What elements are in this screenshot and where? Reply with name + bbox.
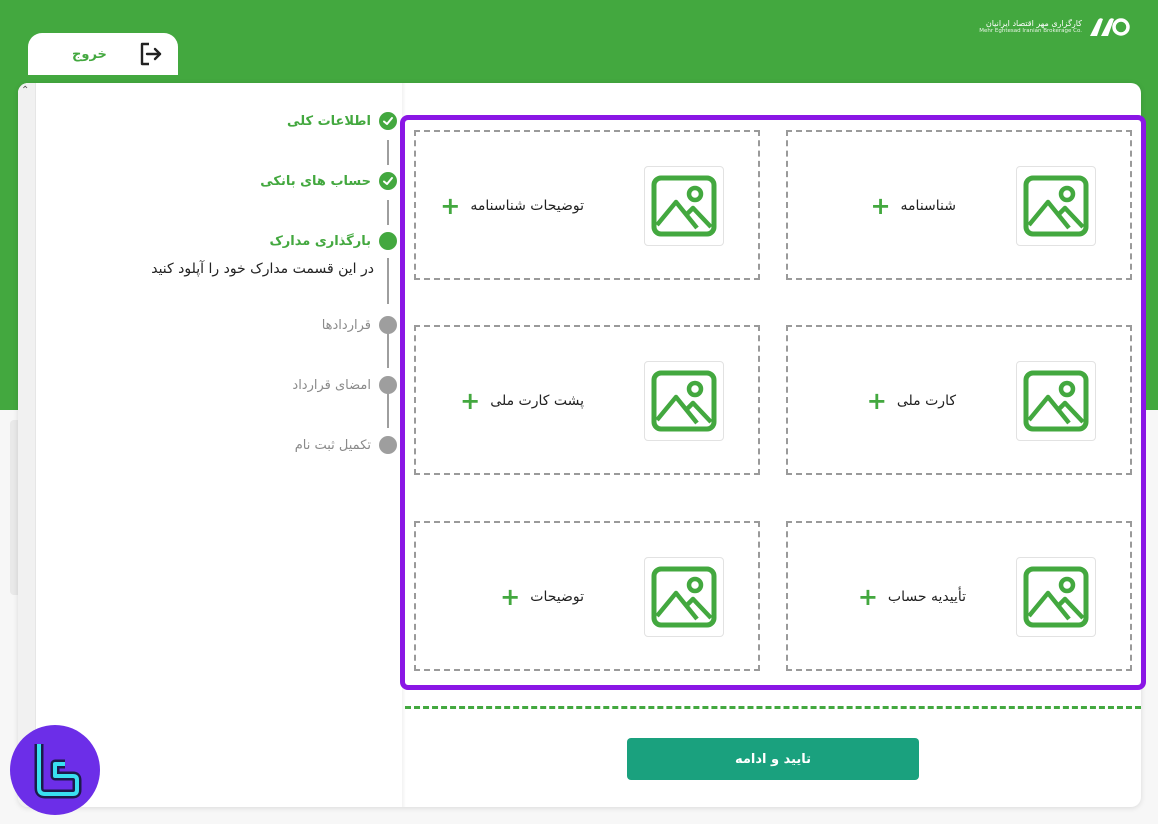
step-upload-documents[interactable]: بارگذاری مدارک <box>269 230 397 252</box>
brand-name-en: Mehr Eghtesad Iranian Brokerage Co. <box>979 28 1082 35</box>
step-contracts[interactable]: قراردادها <box>322 314 397 336</box>
logout-label: خروج <box>72 46 107 62</box>
pending-step-icon <box>379 436 397 454</box>
step-connector <box>387 393 389 428</box>
plus-icon[interactable]: + <box>867 389 887 413</box>
upload-slot-national-card-back[interactable]: + پشت کارت ملی <box>414 325 760 475</box>
upload-slot-title: پشت کارت ملی <box>490 393 584 409</box>
upload-slot-national-card[interactable]: + کارت ملی <box>786 325 1132 475</box>
logout-icon <box>140 42 162 66</box>
brand-mark-icon <box>1090 18 1130 36</box>
logout-button[interactable]: خروج <box>28 33 178 75</box>
step-bank-accounts[interactable]: حساب های بانکی <box>260 170 397 192</box>
plus-icon[interactable]: + <box>870 194 890 218</box>
upload-slot-label: + شناسنامه <box>870 194 956 218</box>
upload-slot-title: تأییدیه حساب <box>887 589 966 605</box>
step-label: امضای قرارداد <box>292 377 371 393</box>
upload-slot-notes[interactable]: + توضیحات <box>414 521 760 671</box>
image-icon[interactable] <box>644 361 724 441</box>
image-icon[interactable] <box>644 166 724 246</box>
step-label: بارگذاری مدارک <box>269 233 371 249</box>
brand-name: کارگزاری مهر اقتصاد ایرانیان Mehr Eghtes… <box>979 18 1082 35</box>
scrollbar[interactable]: ⌃ <box>18 83 36 807</box>
brand-logo: کارگزاری مهر اقتصاد ایرانیان Mehr Eghtes… <box>979 16 1130 38</box>
step-label: قراردادها <box>321 317 371 333</box>
upload-slot-label: + تأییدیه حساب <box>858 585 966 609</box>
section-divider <box>405 706 1141 709</box>
step-sign-contract[interactable]: امضای قرارداد <box>292 374 397 396</box>
watermark-icon <box>34 744 82 799</box>
pending-step-icon <box>379 376 397 394</box>
image-icon[interactable] <box>644 557 724 637</box>
image-icon[interactable] <box>1016 166 1096 246</box>
step-description: در این قسمت مدارک خود را آپلود کنید <box>151 261 374 277</box>
plus-icon[interactable]: + <box>460 389 480 413</box>
image-icon[interactable] <box>1016 557 1096 637</box>
step-general-info[interactable]: اطلاعات کلی <box>287 110 397 132</box>
step-label: تکمیل ثبت نام <box>294 437 371 453</box>
plus-icon[interactable]: + <box>858 585 878 609</box>
upload-slot-birth-certificate[interactable]: + شناسنامه <box>786 130 1132 280</box>
step-connector <box>387 200 389 225</box>
upload-slot-title: توضیحات <box>530 589 584 605</box>
upload-slot-label: + کارت ملی <box>867 389 956 413</box>
upload-slot-label: + پشت کارت ملی <box>460 389 584 413</box>
check-icon <box>379 112 397 130</box>
pending-step-icon <box>379 316 397 334</box>
step-connector <box>387 258 389 304</box>
step-connector <box>387 140 389 165</box>
chevron-up-icon[interactable]: ⌃ <box>21 85 29 96</box>
step-complete-registration[interactable]: تکمیل ثبت نام <box>295 434 397 456</box>
upload-slot-label: + توضیحات شناسنامه <box>440 194 584 218</box>
upload-slot-label: + توضیحات <box>500 585 584 609</box>
active-step-icon <box>379 232 397 250</box>
upload-slot-title: توضیحات شناسنامه <box>470 198 584 214</box>
documents-upload-area: + شناسنامه + توضیحات شناسنامه + کارت ملی… <box>400 115 1146 690</box>
upload-slot-title: شناسنامه <box>900 198 956 214</box>
upload-slot-account-confirmation[interactable]: + تأییدیه حساب <box>786 521 1132 671</box>
step-label: اطلاعات کلی <box>287 113 371 129</box>
check-icon <box>379 172 397 190</box>
plus-icon[interactable]: + <box>500 585 520 609</box>
plus-icon[interactable]: + <box>440 194 460 218</box>
upload-slot-title: کارت ملی <box>896 393 956 409</box>
image-icon[interactable] <box>1016 361 1096 441</box>
step-label: حساب های بانکی <box>260 173 371 189</box>
upload-slot-birth-certificate-notes[interactable]: + توضیحات شناسنامه <box>414 130 760 280</box>
confirm-continue-button[interactable]: تایید و ادامه <box>627 738 919 780</box>
watermark-logo <box>10 725 100 815</box>
stepper-panel: ⌃ اطلاعات کلی حساب های بانکی بارگذاری مد… <box>18 83 404 807</box>
step-connector <box>387 333 389 368</box>
brand-name-fa: کارگزاری مهر اقتصاد ایرانیان <box>985 18 1082 28</box>
